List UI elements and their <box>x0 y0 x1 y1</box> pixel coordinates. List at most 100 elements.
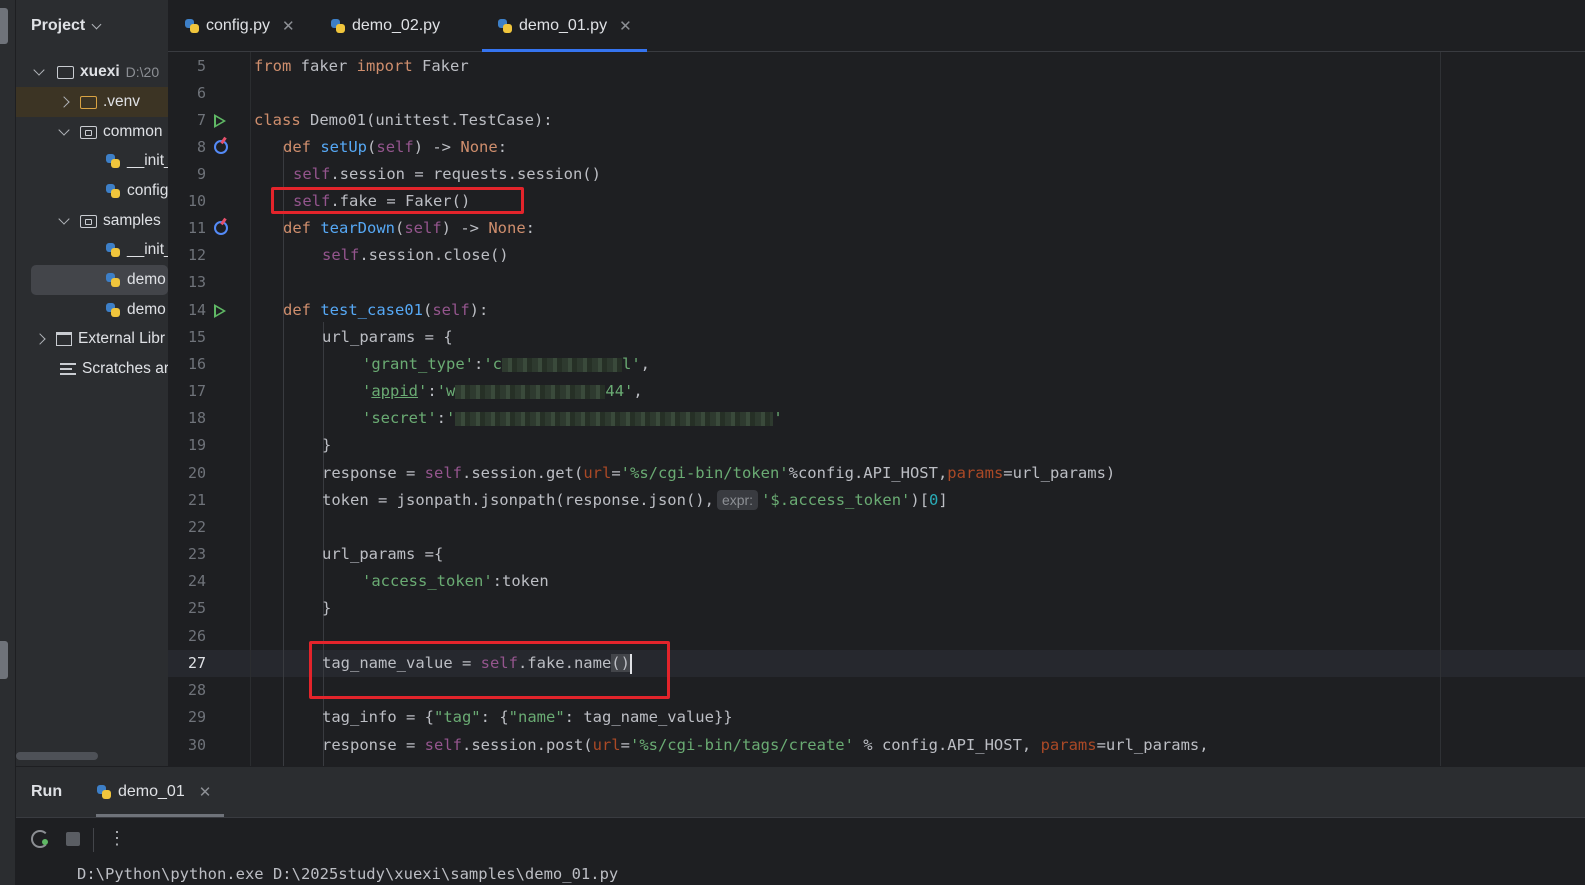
tree-item-label: .venv <box>103 93 141 110</box>
python-file-icon <box>96 784 112 800</box>
tree-item-label: common <box>103 123 163 140</box>
line-number: 7 <box>196 111 206 129</box>
horizontal-scrollbar[interactable] <box>16 752 98 760</box>
code-line: 23 url_params ={ <box>168 541 1585 568</box>
line-number: 9 <box>196 165 206 183</box>
annotation-box-line-10 <box>271 187 524 214</box>
tree-item-venv[interactable]: .venv <box>16 87 168 117</box>
close-icon[interactable]: ✕ <box>199 783 212 801</box>
line-number: 12 <box>187 246 206 264</box>
rerun-icon[interactable] <box>31 830 49 848</box>
tab-demo-01[interactable]: demo_01.py ✕ <box>482 0 647 52</box>
folder-icon <box>80 95 97 109</box>
code-line: 16 'grant_type':'c l', <box>168 351 1585 378</box>
line-number: 29 <box>187 708 206 726</box>
code-line: 25 } <box>168 595 1585 622</box>
expand-arrow-icon[interactable] <box>33 64 45 76</box>
project-header[interactable]: Project <box>16 0 168 52</box>
code-line: 21 token = jsonpath.jsonpath(response.js… <box>168 487 1585 514</box>
tree-item-label: demo <box>127 271 166 288</box>
line-number: 28 <box>187 681 206 699</box>
expand-arrow-icon[interactable] <box>58 213 70 225</box>
folder-icon <box>57 65 74 79</box>
tree-item-label: samples <box>103 212 161 229</box>
line-number: 17 <box>187 382 206 400</box>
code-line: 19 } <box>168 432 1585 459</box>
tree-item-file[interactable]: __init_ <box>16 235 168 265</box>
code-line: 12 self.session.close() <box>168 242 1585 269</box>
python-file-icon <box>184 18 200 34</box>
chevron-down-icon[interactable] <box>91 19 102 29</box>
toolbar-divider <box>93 828 94 852</box>
run-tab-demo-01[interactable]: demo_01 ✕ <box>96 767 224 817</box>
code-line: 7 class Demo01(unittest.TestCase): <box>168 107 1585 134</box>
tree-item-samples[interactable]: samples <box>16 206 168 236</box>
close-icon[interactable]: ✕ <box>619 17 632 35</box>
tree-item-file-selected[interactable]: demo <box>31 265 168 295</box>
code-editor[interactable]: 5 from faker import Faker 6 7 class Demo… <box>168 52 1585 766</box>
code-line: 29 tag_info = {"tag": {"name": tag_name_… <box>168 704 1585 731</box>
tab-demo-02[interactable]: demo_02.py <box>330 0 440 52</box>
line-number: 22 <box>187 518 206 536</box>
code-line: 14 def test_case01(self): <box>168 297 1585 324</box>
annotation-box-line-27 <box>309 641 670 699</box>
python-file-icon <box>105 242 121 258</box>
code-line: 8 def setUp(self) -> None: <box>168 134 1585 161</box>
override-gutter-icon[interactable] <box>214 221 228 235</box>
scratches-icon <box>60 363 76 375</box>
code-line: 15 url_params = { <box>168 324 1585 351</box>
stop-icon[interactable] <box>66 832 80 846</box>
console-output[interactable]: D:\Python\python.exe D:\2025study\xuexi\… <box>16 861 1585 885</box>
line-number: 25 <box>187 599 206 617</box>
line-number: 5 <box>196 57 206 75</box>
code-line: 18 'secret':' ' <box>168 405 1585 432</box>
close-icon[interactable]: ✕ <box>282 17 295 35</box>
python-file-icon <box>105 272 121 288</box>
tree-item-label: External Libr <box>78 330 166 347</box>
tree-item-label: config <box>127 182 168 199</box>
tab-label: demo_01.py <box>519 17 608 34</box>
tab-config[interactable]: config.py ✕ <box>184 0 295 52</box>
left-tool-strip <box>0 0 16 885</box>
project-panel: Project xuexi D:\20 .venv common __init_… <box>16 0 168 766</box>
tree-item-xuexi[interactable]: xuexi D:\20 <box>16 57 168 87</box>
package-folder-icon <box>80 125 97 139</box>
line-number: 27 <box>187 654 206 672</box>
code-line: 22 <box>168 514 1585 541</box>
line-number: 14 <box>187 301 206 319</box>
project-tool-indicator[interactable] <box>0 8 8 44</box>
expand-arrow-icon[interactable] <box>58 124 70 136</box>
tab-label: demo_02.py <box>352 17 441 34</box>
collapse-arrow-icon[interactable] <box>34 333 46 345</box>
code-line: 9 self.session = requests.session() <box>168 161 1585 188</box>
collapse-arrow-icon[interactable] <box>58 96 70 108</box>
console-line: D:\Python\python.exe D:\2025study\xuexi\… <box>77 865 619 883</box>
project-title: Project <box>31 17 86 34</box>
more-options-icon[interactable]: ⋮ <box>108 826 126 850</box>
package-folder-icon <box>80 214 97 228</box>
line-number: 20 <box>187 464 206 482</box>
tree-item-common[interactable]: common <box>16 117 168 147</box>
run-toolbar: ⋮ <box>16 817 1585 861</box>
run-panel: Run demo_01 ✕ ⋮ D:\Python\python.exe D:\… <box>16 766 1585 885</box>
tree-item-file[interactable]: __init_ <box>16 146 168 176</box>
line-number: 16 <box>187 355 206 373</box>
code-line: 13 <box>168 269 1585 296</box>
tree-item-label: xuexi <box>80 63 120 80</box>
code-line: 17 'appid':'w 44', <box>168 378 1585 405</box>
line-number: 23 <box>187 545 206 563</box>
tree-item-file[interactable]: config <box>16 176 168 206</box>
run-gutter-icon[interactable] <box>214 304 226 318</box>
line-number: 13 <box>187 273 206 291</box>
tree-item-file[interactable]: demo <box>16 295 168 325</box>
tree-item-external-libraries[interactable]: External Libr <box>16 324 168 354</box>
override-gutter-icon[interactable] <box>214 140 228 154</box>
tree-item-scratches[interactable]: Scratches ar <box>16 354 168 384</box>
run-gutter-icon[interactable] <box>214 114 226 128</box>
line-number: 15 <box>187 328 206 346</box>
code-line: 20 response = self.session.get(url='%s/c… <box>168 460 1585 487</box>
line-number: 10 <box>187 192 206 210</box>
tree-item-label: __init_ <box>127 152 168 169</box>
python-file-icon <box>105 302 121 318</box>
run-tool-indicator[interactable] <box>0 641 8 679</box>
